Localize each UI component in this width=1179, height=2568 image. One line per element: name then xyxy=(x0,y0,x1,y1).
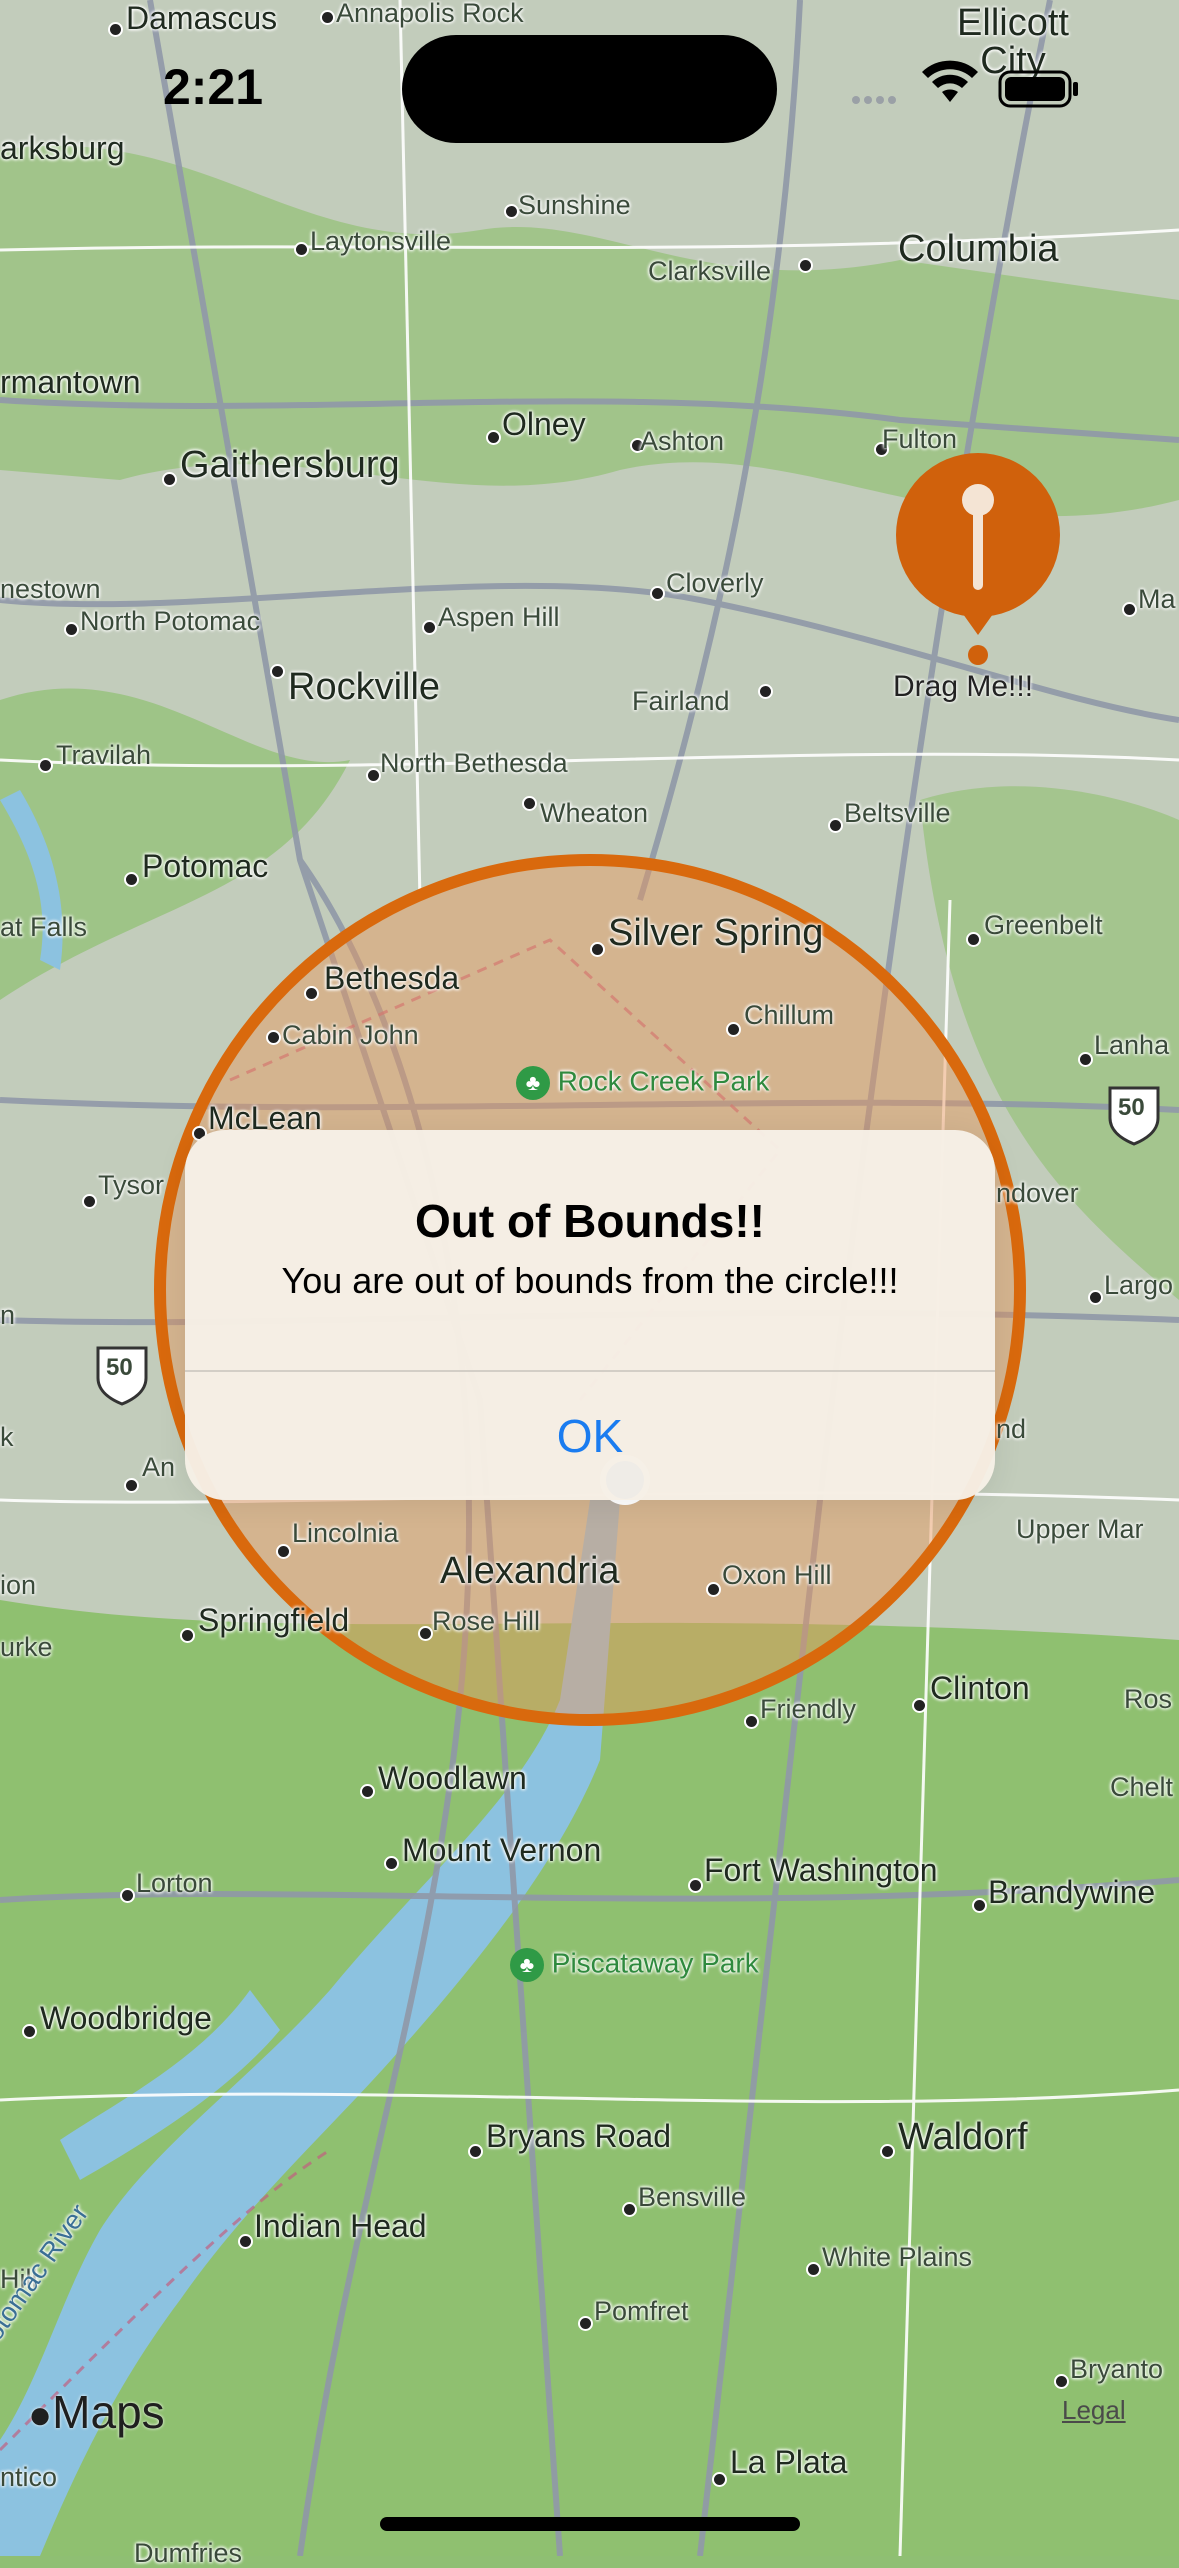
place-label: Oxon Hill xyxy=(722,1560,832,1590)
place-label: Fairland xyxy=(632,686,730,716)
place-label: urke xyxy=(0,1632,53,1662)
alert-title: Out of Bounds!! xyxy=(414,1195,765,1247)
wifi-icon xyxy=(922,60,978,102)
status-time: 2:21 xyxy=(163,59,264,115)
place-label: ntico xyxy=(0,2462,58,2492)
place-label: Beltsville xyxy=(844,798,951,828)
place-label: Fulton xyxy=(882,424,958,454)
place-label: k xyxy=(0,1422,14,1452)
place-label: Pomfret xyxy=(594,2296,689,2326)
place-label: Bensville xyxy=(638,2182,747,2212)
park-label: ♣ Rock Creek Park xyxy=(516,1066,769,1100)
place-label: Ma xyxy=(1138,584,1176,614)
place-label: Upper Mar xyxy=(1016,1514,1144,1544)
place-label: Bryanto xyxy=(1070,2354,1164,2384)
place-label: Alexandria xyxy=(440,1550,620,1592)
home-indicator[interactable] xyxy=(380,2517,800,2531)
place-label: Columbia xyxy=(898,228,1059,270)
place-label: Travilah xyxy=(56,740,152,770)
place-label: nestown xyxy=(0,574,101,604)
place-label: Springfield xyxy=(198,1602,350,1638)
place-label: Ros xyxy=(1124,1684,1173,1714)
place-label: Indian Head xyxy=(254,2208,427,2244)
place-label: White Plains xyxy=(822,2242,973,2272)
place-label: Rose Hill xyxy=(432,1606,541,1636)
ok-button[interactable]: OK xyxy=(185,1372,995,1500)
place-label: Brandywine xyxy=(988,1874,1156,1910)
place-label: nd xyxy=(996,1414,1027,1444)
place-label: Cabin John xyxy=(282,1020,419,1050)
alert-message: You are out of bounds from the circle!!! xyxy=(281,1260,899,1301)
place-label: Woodlawn xyxy=(378,1760,527,1796)
place-label: rmantown xyxy=(0,364,141,400)
place-label: Waldorf xyxy=(898,2116,1028,2158)
place-label: North Potomac xyxy=(80,606,261,636)
place-label: Sunshine xyxy=(518,190,631,220)
place-label: Greenbelt xyxy=(984,910,1103,940)
place-label: ndover xyxy=(996,1178,1079,1208)
place-label: Tysor xyxy=(98,1170,165,1200)
place-label: Silver Spring xyxy=(608,912,824,954)
place-label: Laytonsville xyxy=(310,226,452,256)
place-label: Clarksville xyxy=(648,256,772,286)
place-label: Gaithersburg xyxy=(180,444,400,486)
place-label: Friendly xyxy=(760,1694,857,1724)
legal-link[interactable]: Legal xyxy=(1062,2395,1126,2426)
status-bar: 2:21 xyxy=(0,0,1179,150)
place-label: Fort Washington xyxy=(704,1852,938,1888)
park-label: ♣ Piscataway Park xyxy=(510,1948,759,1982)
place-label: at Falls xyxy=(0,912,88,942)
place-label: Lorton xyxy=(136,1868,213,1898)
place-label: Mount Vernon xyxy=(402,1832,602,1868)
place-label: North Bethesda xyxy=(380,748,568,778)
place-label: Bethesda xyxy=(324,960,460,996)
status-icons xyxy=(852,60,1078,108)
place-label: Ashton xyxy=(640,426,725,456)
apple-logo-icon: ● xyxy=(28,2393,53,2437)
place-label: Woodbridge xyxy=(40,2000,212,2036)
place-label: Bryans Road xyxy=(486,2118,671,2154)
drag-pin[interactable] xyxy=(893,450,1063,680)
park-tree-icon: ♣ xyxy=(516,1066,550,1100)
park-tree-icon: ♣ xyxy=(510,1948,544,1982)
pin-label: Drag Me!!! xyxy=(893,670,1034,703)
battery-icon xyxy=(998,70,1078,108)
signal-icon xyxy=(852,96,896,104)
place-label: Clinton xyxy=(930,1670,1030,1706)
place-label: Cloverly xyxy=(666,568,764,598)
place-label: Chelt xyxy=(1110,1772,1174,1802)
place-label: Dumfries xyxy=(134,2538,243,2568)
place-label: ion xyxy=(0,1570,37,1600)
place-label: Chillum xyxy=(744,1000,835,1030)
place-label: Potomac xyxy=(142,848,269,884)
place-label: Largo xyxy=(1104,1270,1174,1300)
place-label: Rockville xyxy=(288,666,441,708)
place-label: Olney xyxy=(502,406,586,442)
place-label: Aspen Hill xyxy=(438,602,560,632)
route-shield-number: 50 xyxy=(1118,1094,1145,1121)
place-label: La Plata xyxy=(730,2444,848,2480)
place-label: Wheaton xyxy=(540,798,649,828)
place-label: Lincolnia xyxy=(292,1518,399,1548)
alert-dialog: Out of Bounds!! You are out of bounds fr… xyxy=(185,1130,995,1500)
route-shield-number: 50 xyxy=(106,1354,133,1381)
place-label: Lanha xyxy=(1094,1030,1170,1060)
dynamic-island xyxy=(402,35,777,143)
maps-attribution[interactable]: ●Maps xyxy=(28,2385,165,2439)
place-label: An xyxy=(142,1452,176,1482)
place-label: n xyxy=(0,1300,16,1330)
